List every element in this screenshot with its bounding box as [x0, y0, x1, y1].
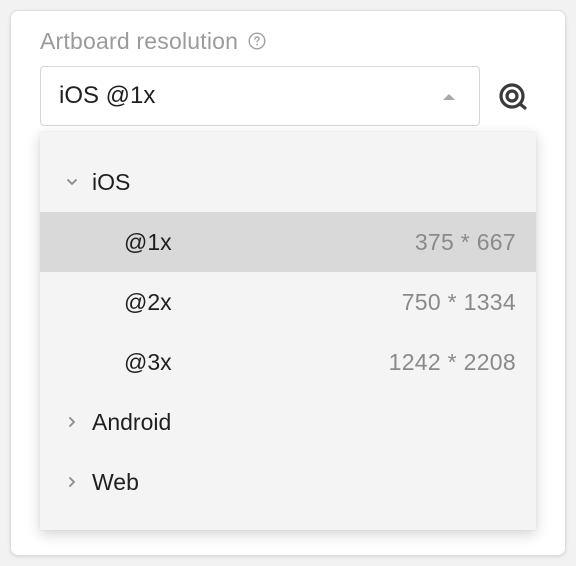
resolution-select[interactable]: iOS @1x — [40, 66, 480, 126]
option-size: 750 * 1334 — [401, 288, 516, 315]
caret-up-icon — [443, 94, 455, 100]
option-label: @3x — [124, 348, 172, 375]
target-button[interactable] — [496, 80, 530, 114]
option-size: 1242 * 2208 — [388, 348, 516, 375]
group-android-label: Android — [92, 408, 172, 435]
target-icon — [499, 83, 527, 110]
option-label: @2x — [124, 288, 172, 315]
chevron-right-icon — [64, 474, 80, 490]
artboard-resolution-label-row: Artboard resolution — [40, 26, 266, 56]
option-ios-2x[interactable]: @2x 750 * 1334 — [40, 272, 536, 332]
option-ios-3x[interactable]: @3x 1242 * 2208 — [40, 332, 536, 392]
option-label: @1x — [124, 228, 172, 255]
question-circle-icon[interactable] — [248, 32, 266, 50]
option-size: 375 * 667 — [414, 228, 516, 255]
group-web-label: Web — [92, 468, 139, 495]
group-ios[interactable]: iOS — [40, 152, 536, 212]
chevron-down-icon — [64, 174, 80, 190]
artboard-resolution-label: Artboard resolution — [40, 27, 239, 54]
chevron-right-icon — [64, 414, 80, 430]
resolution-select-value: iOS @1x — [59, 82, 156, 109]
option-ios-1x[interactable]: @1x 375 * 667 — [40, 212, 536, 272]
group-android[interactable]: Android — [40, 392, 536, 452]
group-ios-label: iOS — [92, 168, 131, 195]
resolution-dropdown-menu: iOS @1x 375 * 667 @2x 750 * 1334 @3x 124… — [40, 132, 536, 530]
group-web[interactable]: Web — [40, 452, 536, 512]
